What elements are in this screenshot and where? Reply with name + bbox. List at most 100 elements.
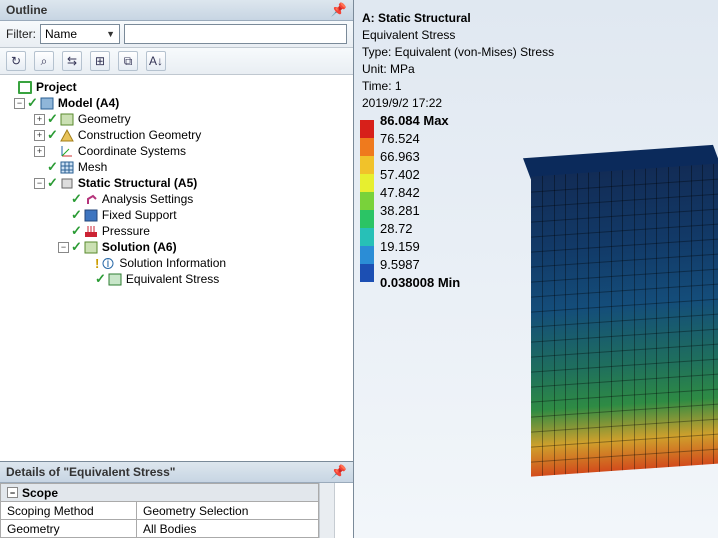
model-icon — [39, 96, 55, 110]
expand-icon[interactable]: ⊞ — [90, 51, 110, 71]
legend-swatch — [360, 156, 374, 174]
tree-label: Mesh — [78, 160, 107, 174]
color-legend: 86.084 Max 76.524 66.963 57.402 47.842 3… — [360, 120, 460, 300]
filter-input[interactable] — [124, 24, 347, 44]
details-row-value[interactable]: All Bodies — [137, 520, 319, 538]
construction-geometry-icon — [59, 128, 75, 142]
filter-select[interactable]: Name ▼ — [40, 24, 120, 44]
project-icon — [17, 80, 33, 94]
check-icon: ✓ — [71, 207, 82, 223]
tree-analysis-settings[interactable]: ✓ Analysis Settings — [0, 191, 353, 207]
expander-icon[interactable]: − — [14, 98, 25, 109]
graphics-viewport[interactable]: A: Static Structural Equivalent Stress T… — [354, 0, 718, 538]
check-icon: ✓ — [27, 95, 38, 111]
tree-equivalent-stress[interactable]: ✓ Equivalent Stress — [0, 271, 353, 287]
copy-icon[interactable]: ⧉ — [118, 51, 138, 71]
details-scrollbar[interactable] — [319, 483, 335, 538]
legend-swatch — [360, 192, 374, 210]
solution-info-icon: i — [100, 256, 116, 270]
filter-icon[interactable]: ⌕ — [34, 51, 54, 71]
analysis-settings-icon — [83, 192, 99, 206]
outline-toolbar: ↻ ⌕ ⇆ ⊞ ⧉ A↓ — [0, 48, 353, 75]
legend-label: 57.402 — [380, 167, 420, 182]
tree-coord-sys[interactable]: + ✓ Coordinate Systems — [0, 143, 353, 159]
tree-fixed-support[interactable]: ✓ Fixed Support — [0, 207, 353, 223]
sort-icon[interactable]: A↓ — [146, 51, 166, 71]
pin-icon[interactable]: 📌 — [331, 2, 347, 18]
details-row-value[interactable]: Geometry Selection — [137, 502, 319, 520]
details-group-header[interactable]: − Scope — [1, 484, 319, 502]
table-row[interactable]: Scoping Method Geometry Selection — [1, 502, 319, 520]
legend-swatch — [360, 120, 374, 138]
result-time: Time: 1 — [362, 78, 554, 95]
legend-label: 0.038008 Min — [380, 275, 460, 290]
tree-label: Construction Geometry — [78, 128, 201, 142]
solution-icon — [83, 240, 99, 254]
legend-label: 66.963 — [380, 149, 420, 164]
geometry-icon — [59, 112, 75, 126]
tree-label: Project — [36, 80, 77, 94]
legend-label: 47.842 — [380, 185, 420, 200]
legend-swatch — [360, 264, 374, 282]
expander-icon[interactable]: + — [34, 114, 45, 125]
details-group-label: Scope — [22, 486, 58, 500]
check-icon: ✓ — [47, 175, 58, 191]
tree-label: Geometry — [78, 112, 131, 126]
details-panel: Details of "Equivalent Stress" 📌 − Scope… — [0, 462, 353, 538]
tree-label: Coordinate Systems — [78, 144, 186, 158]
equivalent-stress-icon — [107, 272, 123, 286]
tree-model[interactable]: − ✓ Model (A4) — [0, 95, 353, 111]
check-icon: ✓ — [47, 159, 58, 175]
tree-mesh[interactable]: ✓ Mesh — [0, 159, 353, 175]
details-grid: − Scope Scoping Method Geometry Selectio… — [0, 483, 319, 538]
transfer-icon[interactable]: ⇆ — [62, 51, 82, 71]
tree-static-structural[interactable]: − ✓ Static Structural (A5) — [0, 175, 353, 191]
static-structural-icon — [59, 176, 75, 190]
result-info: A: Static Structural Equivalent Stress T… — [362, 10, 554, 112]
tree-label: Model (A4) — [58, 96, 119, 110]
tree-label: Pressure — [102, 224, 150, 238]
filter-label: Filter: — [6, 27, 36, 41]
outline-top: Outline 📌 Filter: Name ▼ ↻ ⌕ ⇆ ⊞ ⧉ A↓ — [0, 0, 353, 462]
tree-pressure[interactable]: ✓ Pressure — [0, 223, 353, 239]
chevron-down-icon: ▼ — [106, 29, 115, 39]
tree-construction-geometry[interactable]: + ✓ Construction Geometry — [0, 127, 353, 143]
refresh-icon[interactable]: ↻ — [6, 51, 26, 71]
table-row[interactable]: Geometry All Bodies — [1, 520, 319, 538]
result-unit: Unit: MPa — [362, 61, 554, 78]
expander-icon[interactable]: − — [58, 242, 69, 253]
outline-title: Outline — [6, 3, 47, 17]
tree-geometry[interactable]: + ✓ Geometry — [0, 111, 353, 127]
details-row-label: Geometry — [1, 520, 137, 538]
pin-icon[interactable]: 📌 — [331, 464, 347, 480]
tree-label: Static Structural (A5) — [78, 176, 197, 190]
model-render[interactable] — [531, 163, 718, 476]
result-timestamp: 2019/9/2 17:22 — [362, 95, 554, 112]
legend-label: 76.524 — [380, 131, 420, 146]
expander-icon[interactable]: + — [34, 146, 45, 157]
tree-solution[interactable]: − ✓ Solution (A6) — [0, 239, 353, 255]
check-icon: ✓ — [95, 271, 106, 287]
check-icon: ✓ — [71, 223, 82, 239]
tree-solution-information[interactable]: ! i Solution Information — [0, 255, 353, 271]
legend-swatch — [360, 210, 374, 228]
expander-icon[interactable]: − — [34, 178, 45, 189]
legend-bar — [360, 120, 374, 300]
collapse-icon[interactable]: − — [7, 487, 18, 498]
outline-tree: Project − ✓ Model (A4) + ✓ Geometry — [0, 75, 353, 461]
legend-label: 9.5987 — [380, 257, 420, 272]
expander-icon[interactable]: + — [34, 130, 45, 141]
result-type: Type: Equivalent (von-Mises) Stress — [362, 44, 554, 61]
check-icon: ✓ — [71, 239, 82, 255]
check-icon: ✓ — [47, 111, 58, 127]
tree-project[interactable]: Project — [0, 79, 353, 95]
legend-swatch — [360, 174, 374, 192]
result-title: A: Static Structural — [362, 10, 554, 27]
check-icon: ✓ — [71, 191, 82, 207]
filter-row: Filter: Name ▼ — [0, 21, 353, 48]
warn-icon: ! — [95, 256, 99, 271]
filter-selected: Name — [45, 27, 77, 41]
outline-panel: Outline 📌 Filter: Name ▼ ↻ ⌕ ⇆ ⊞ ⧉ A↓ — [0, 0, 354, 538]
tree-label: Solution Information — [119, 256, 226, 270]
tree-label: Solution (A6) — [102, 240, 177, 254]
